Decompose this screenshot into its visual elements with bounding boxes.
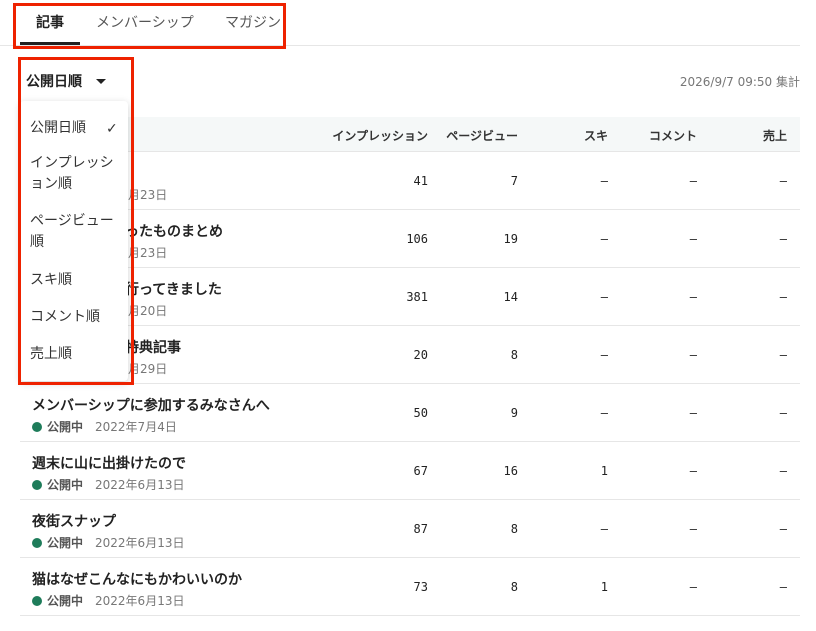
- column-header-pageviews[interactable]: ページビュー: [446, 127, 518, 144]
- table-header: インプレッション ページビュー スキ コメント 売上: [20, 117, 800, 152]
- article-meta: 公開中 2022年6月13日: [32, 592, 184, 609]
- article-title[interactable]: ったものまとめ: [125, 221, 223, 241]
- impressions-value: 20: [413, 348, 428, 362]
- impressions-value: 67: [413, 464, 428, 478]
- sales-value: –: [779, 406, 787, 420]
- table-row[interactable]: 行ってきました月20日 381 14 – – –: [20, 268, 800, 326]
- article-meta: 月23日: [128, 244, 167, 261]
- impressions-value: 381: [406, 290, 428, 304]
- pageviews-value: 16: [503, 464, 518, 478]
- column-header-sales[interactable]: 売上: [763, 127, 787, 144]
- aggregation-timestamp: 2026/9/7 09:50 集計: [679, 75, 800, 89]
- article-meta: 公開中 2022年6月13日: [32, 476, 184, 493]
- caret-down-icon: [96, 78, 106, 84]
- pageviews-value: 8: [510, 522, 518, 536]
- sort-option-published[interactable]: 公開日順: [30, 118, 86, 139]
- article-title[interactable]: 夜街スナップ: [32, 511, 116, 531]
- pageviews-value: 14: [503, 290, 518, 304]
- table-row[interactable]: メンバーシップに参加するみなさんへ公開中 2022年7月4日 50 9 – – –: [20, 384, 800, 442]
- table-row[interactable]: 特典記事月29日 20 8 – – –: [20, 326, 800, 384]
- publish-date: 2022年7月4日: [95, 420, 177, 434]
- status-dot-icon: [32, 537, 42, 548]
- article-meta: 公開中 2022年7月4日: [32, 418, 177, 435]
- table-row[interactable]: 週末に山に出掛けたので公開中 2022年6月13日 67 16 1 – –: [20, 442, 800, 500]
- likes-value: –: [600, 348, 608, 362]
- sort-dropdown-button[interactable]: 公開日順: [26, 64, 106, 98]
- pageviews-value: 9: [510, 406, 518, 420]
- article-meta: 月20日: [128, 302, 167, 319]
- sort-option-likes[interactable]: スキ順: [30, 270, 72, 291]
- status-label: 公開中: [47, 536, 84, 550]
- article-title[interactable]: 行ってきました: [125, 279, 222, 299]
- comments-value: –: [689, 174, 697, 188]
- column-header-comments[interactable]: コメント: [649, 127, 697, 144]
- sort-option-impressions[interactable]: インプレッション順: [30, 153, 120, 195]
- status-label: 公開中: [47, 594, 84, 608]
- sort-option-sales[interactable]: 売上順: [30, 344, 72, 365]
- table-row[interactable]: 夜街スナップ公開中 2022年6月13日 87 8 – – –: [20, 500, 800, 558]
- publish-date: 2022年6月13日: [95, 536, 185, 550]
- comments-value: –: [689, 580, 697, 594]
- table-row[interactable]: 月23日 41 7 – – –: [20, 152, 800, 210]
- likes-value: –: [600, 290, 608, 304]
- article-meta: 公開中 2022年6月13日: [32, 534, 184, 551]
- article-title[interactable]: メンバーシップに参加するみなさんへ: [32, 395, 270, 415]
- likes-value: –: [600, 232, 608, 246]
- publish-date: 月20日: [128, 304, 168, 318]
- column-header-impressions[interactable]: インプレッション: [332, 127, 428, 144]
- pageviews-value: 19: [503, 232, 518, 246]
- sales-value: –: [779, 464, 787, 478]
- sales-value: –: [779, 580, 787, 594]
- comments-value: –: [689, 290, 697, 304]
- impressions-value: 41: [413, 174, 428, 188]
- impressions-value: 50: [413, 406, 428, 420]
- status-dot-icon: [32, 421, 42, 432]
- article-title[interactable]: 週末に山に出掛けたので: [32, 453, 186, 473]
- article-meta: 月29日: [128, 360, 167, 377]
- column-header-likes[interactable]: スキ: [584, 127, 608, 144]
- sort-current-label: 公開日順: [26, 74, 82, 90]
- likes-value: 1: [600, 580, 608, 594]
- sales-value: –: [779, 290, 787, 304]
- publish-date: 月29日: [128, 362, 168, 376]
- status-label: 公開中: [47, 420, 84, 434]
- check-icon: ✓: [106, 121, 118, 137]
- pageviews-value: 7: [510, 174, 518, 188]
- comments-value: –: [689, 464, 697, 478]
- impressions-value: 73: [413, 580, 428, 594]
- publish-date: 2022年6月13日: [95, 594, 185, 608]
- table-row[interactable]: 猫はなぜこんなにもかわいいのか公開中 2022年6月13日 73 8 1 – –: [20, 558, 800, 616]
- publish-date: 月23日: [128, 188, 168, 202]
- comments-value: –: [689, 348, 697, 362]
- sort-option-comments[interactable]: コメント順: [30, 307, 100, 328]
- comments-value: –: [689, 522, 697, 536]
- table-row[interactable]: ったものまとめ月23日 106 19 – – –: [20, 210, 800, 268]
- article-meta: 月23日: [128, 186, 167, 203]
- sales-value: –: [779, 232, 787, 246]
- comments-value: –: [689, 406, 697, 420]
- likes-value: –: [600, 406, 608, 420]
- article-title[interactable]: 猫はなぜこんなにもかわいいのか: [32, 569, 242, 589]
- status-label: 公開中: [47, 478, 84, 492]
- pageviews-value: 8: [510, 348, 518, 362]
- article-title[interactable]: 特典記事: [125, 337, 181, 357]
- tabs-highlight-box: [13, 3, 286, 49]
- status-dot-icon: [32, 595, 42, 606]
- impressions-value: 106: [406, 232, 428, 246]
- sort-option-pageviews[interactable]: ページビュー順: [30, 211, 120, 253]
- likes-value: –: [600, 522, 608, 536]
- sales-value: –: [779, 348, 787, 362]
- comments-value: –: [689, 232, 697, 246]
- impressions-value: 87: [413, 522, 428, 536]
- likes-value: 1: [600, 464, 608, 478]
- publish-date: 月23日: [128, 246, 168, 260]
- sort-menu: 公開日順 ✓ インプレッション順 ページビュー順 スキ順 コメント順 売上順: [20, 101, 128, 381]
- sales-value: –: [779, 522, 787, 536]
- status-dot-icon: [32, 479, 42, 490]
- pageviews-value: 8: [510, 580, 518, 594]
- likes-value: –: [600, 174, 608, 188]
- sales-value: –: [779, 174, 787, 188]
- publish-date: 2022年6月13日: [95, 478, 185, 492]
